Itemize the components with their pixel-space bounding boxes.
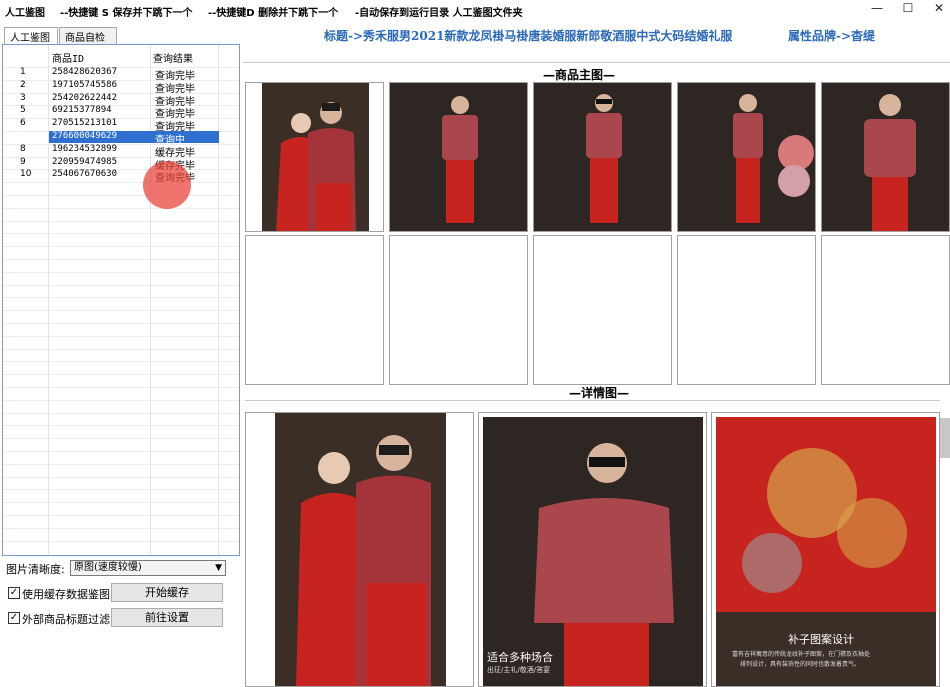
row-index: 1 (20, 67, 26, 77)
main-image-slot-10[interactable] (821, 235, 950, 385)
pattern-desc-line-1: 富有吉祥寓意的传统龙纹补子图案，在门襟及衣袖处 (732, 651, 871, 658)
table-row[interactable]: 10254067670630查询完毕 (3, 169, 239, 184)
row-index: 3 (20, 92, 26, 103)
occasion-subtitle: 出征/主礼/敬酒/答宴 (487, 666, 551, 674)
occasion-title: 适合多种场合 (487, 651, 553, 664)
start-cache-button[interactable]: 开始缓存 (111, 583, 223, 602)
row-product-id: 254202622442 (52, 92, 118, 103)
grid-body: 商品ID 查询结果 1 258428620367 查询完毕 2 197105745586… (3, 45, 239, 555)
use-cache-label: 使用缓存数据鉴图 (22, 588, 110, 601)
row-product-id: 254067670630 (52, 169, 118, 180)
product-title: 标题->秀禾服男2021新款龙凤褂马褂唐装婚服新郎敬酒服中式大码结婚礼服 (324, 29, 733, 43)
product-grid: 商品ID 查询结果 1 258428620367 查询完毕 2 197105745586… (2, 44, 240, 556)
row-index: 10 (20, 169, 32, 180)
hint-save: --快捷键 S 保存并下跳下一个 (60, 8, 193, 19)
main-image-1[interactable] (245, 82, 384, 232)
main-image-5[interactable] (821, 82, 950, 232)
groom-photo (390, 83, 527, 231)
row-index: 7 (20, 131, 26, 141)
groom-photo (534, 83, 671, 231)
main-image-3[interactable] (533, 82, 672, 232)
row-product-id: 276600049629 (52, 131, 118, 141)
clarity-select[interactable]: 原图(速度较慢) ▼ (70, 560, 226, 576)
row-index: 8 (20, 143, 26, 154)
title-filter-label: 外部商品标题过滤 (22, 613, 110, 626)
column-header-id[interactable]: 商品ID (52, 50, 84, 65)
hint-autosave: -自动保存到运行目录 人工鉴图文件夹 (355, 8, 523, 19)
row-index: 2 (20, 79, 26, 90)
table-row[interactable]: 1 258428620367 查询完毕 (3, 67, 239, 82)
main-image-slot-6[interactable] (245, 235, 384, 385)
row-product-id: 69215377894 (52, 105, 112, 116)
groom-fan-photo (678, 83, 815, 231)
main-image-2[interactable] (389, 82, 528, 232)
main-image-slot-7[interactable] (389, 235, 528, 385)
couple-photo (246, 83, 383, 231)
couple-detail-photo (246, 413, 473, 686)
settings-button[interactable]: 前往设置 (111, 608, 223, 627)
row-product-id: 196234532899 (52, 143, 118, 154)
minimize-icon[interactable]: — (862, 0, 892, 18)
main-images-label: —商品主图— (543, 68, 616, 82)
groom-photo (822, 83, 949, 231)
close-icon[interactable]: ✕ (924, 0, 950, 18)
use-cache-checkbox[interactable]: ✓ (8, 587, 20, 599)
app-title: 人工鉴图 (5, 8, 45, 19)
hint-delete: --快捷键D 删除并下跳下一个 (208, 8, 339, 19)
row-index: 5 (20, 105, 26, 116)
main-image-slot-9[interactable] (677, 235, 816, 385)
row-product-id: 197105745586 (52, 79, 118, 90)
row-product-id: 220959474985 (52, 156, 118, 167)
product-brand: 属性品牌->杳缇 (788, 29, 876, 43)
table-row[interactable]: 2 197105745586 查询完毕 (3, 79, 239, 95)
detail-image-3[interactable]: 补子图案设计 富有吉祥寓意的传统龙纹补子图案，在门襟及衣袖处 排列设计，具有装饰… (711, 412, 940, 687)
row-index: 9 (20, 156, 26, 167)
main-image-slot-8[interactable] (533, 235, 672, 385)
table-row[interactable]: 6 270515213101 查询完毕 (3, 118, 239, 133)
groom-detail-photo (479, 413, 706, 686)
row-product-id: 270515213101 (52, 118, 118, 129)
maximize-icon[interactable]: ☐ (893, 0, 923, 18)
cursor-highlight (143, 161, 191, 209)
preview-panel: 标题->秀禾服男2021新款龙凤褂马褂唐装婚服新郎敬酒服中式大码结婚礼服 属性品… (243, 22, 950, 687)
title-bar: 人工鉴图 --快捷键 S 保存并下跳下一个 --快捷键D 删除并下跳下一个 -自… (0, 0, 950, 22)
table-row[interactable]: 7 276600049629 查询中 (3, 131, 239, 146)
clarity-label: 图片清晰度: (6, 563, 65, 576)
tab-self-check[interactable]: 商品自检 (59, 27, 117, 44)
table-row[interactable]: 5 69215377894 查询完毕 (3, 105, 239, 120)
main-image-4[interactable] (677, 82, 816, 232)
detail-images-label: —详情图— (569, 386, 630, 400)
row-index: 6 (20, 118, 26, 129)
table-row[interactable]: 8 196234532899 缓存完毕 (3, 143, 239, 159)
detail-image-1[interactable] (245, 412, 474, 687)
title-filter-checkbox[interactable]: ✓ (8, 612, 20, 624)
scrollbar-thumb[interactable] (940, 418, 950, 458)
pattern-title: 补子图案设计 (788, 633, 854, 646)
table-row[interactable]: 3 254202622442 查询完毕 (3, 92, 239, 108)
clarity-value: 原图(速度较慢) (74, 562, 142, 573)
column-header-result[interactable]: 查询结果 (153, 50, 193, 65)
chevron-down-icon[interactable]: ▼ (215, 561, 222, 575)
row-product-id: 258428620367 (52, 67, 118, 77)
table-row[interactable]: 9220959474985缓存完毕 (3, 156, 239, 172)
pattern-desc-line-2: 排列设计，具有装饰性的同时也散发着贵气。 (740, 661, 861, 668)
tab-manual-check[interactable]: 人工鉴图 (4, 27, 58, 45)
detail-image-2[interactable]: 适合多种场合 出征/主礼/敬酒/答宴 (478, 412, 707, 687)
